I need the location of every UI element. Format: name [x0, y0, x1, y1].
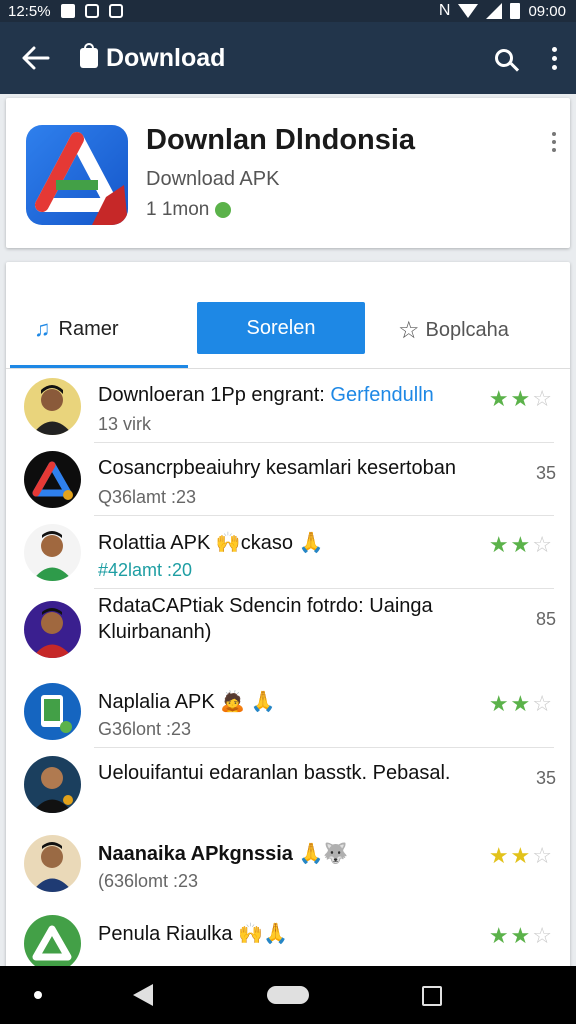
star-outline-icon: ☆ [398, 317, 420, 344]
star-empty-icon: ☆ [532, 386, 554, 411]
rating-stars: ★★☆ [489, 532, 554, 558]
star-empty-icon: ☆ [532, 532, 554, 557]
tab-label: Sorelen [246, 316, 316, 339]
row-title: Cosancrpbeaiuhry kesamlari kesertoban [98, 457, 456, 479]
tab-sorelen[interactable]: Sorelen [197, 302, 365, 354]
nav-home-icon[interactable] [267, 986, 309, 1004]
row-count: 35 [535, 463, 556, 483]
tab-ramer[interactable]: ♫ Ramer [34, 316, 119, 342]
back-arrow-icon[interactable] [0, 22, 72, 94]
star-filled-icon: ★★ [488, 843, 533, 868]
row-subtitle: (636lomt :23 [98, 871, 199, 891]
list-item[interactable]: Downloeran 1Pp engrant: Gerfendulln 13 v… [6, 370, 570, 443]
page-title: Download [106, 43, 226, 72]
tab-boplcaha[interactable]: ☆ Boplcaha [398, 316, 509, 345]
row-subtitle: Q36lamt :23 [98, 487, 197, 507]
more-options-button[interactable] [532, 30, 576, 86]
tab-bar: ♫ Ramer Sorelen ☆ Boplcaha [6, 302, 570, 368]
results-card: ♫ Ramer Sorelen ☆ Boplcaha Downloeran 1P… [6, 262, 570, 982]
avatar [24, 835, 81, 892]
chart-notification-icon [108, 4, 123, 18]
nav-recents-icon[interactable] [422, 986, 442, 1006]
app-meta: 1 1mon [146, 199, 232, 221]
avatar [24, 524, 81, 581]
row-title: Uelouifantui edaranlan basstk. Pebasal. [98, 762, 451, 784]
row-title: Naanaika APkgnssia 🙏🐺 [98, 843, 349, 865]
row-title: Naplalia APK 🙇 🙏 [98, 691, 276, 713]
row-title: Rolattia APK 🙌ckaso 🙏 [98, 532, 324, 554]
status-bar: 12:5% N 09:00 [0, 0, 576, 22]
more-dot-icon [551, 46, 557, 52]
shopping-bag-icon [80, 43, 98, 68]
row-subtitle: G36lont :23 [98, 719, 192, 739]
app-avatar [24, 451, 81, 508]
more-dot-icon [552, 140, 556, 144]
star-filled-icon: ★★ [488, 532, 533, 557]
row-title-text: Downloeran 1Pp engrant: [98, 384, 325, 406]
star-empty-icon: ☆ [532, 843, 554, 868]
list-item[interactable]: Rolattia APK 🙌ckaso 🙏 #42lamt :20 ★★☆ [6, 516, 570, 589]
search-button[interactable] [476, 30, 532, 86]
notification-icon [84, 4, 99, 18]
tab-label: Boplcaha [425, 319, 509, 341]
row-subtitle: #42lamt :20 [98, 560, 193, 580]
wifi-icon [458, 4, 479, 18]
avatar [24, 601, 81, 658]
avatar [24, 378, 81, 435]
avatar [24, 756, 81, 813]
app-logo-icon [26, 125, 128, 225]
row-subtitle: 13 virk [98, 414, 152, 434]
tab-label: Ramer [58, 317, 119, 340]
app-bar: Download [0, 22, 576, 94]
signal-icon [486, 3, 503, 19]
more-dot-icon [552, 148, 556, 152]
app-name: Downlan Dlndonsia [146, 124, 416, 156]
notification-icon [60, 4, 75, 18]
app-avatar [24, 915, 81, 972]
row-title: Penula Riaulka 🙌🙏 [98, 923, 288, 945]
system-nav-bar [0, 966, 576, 1024]
list-item[interactable]: Uelouifantui edaranlan basstk. Pebasal. … [6, 748, 570, 821]
star-empty-icon: ☆ [532, 923, 554, 948]
nfc-icon: N [438, 2, 451, 19]
more-dot-icon [552, 132, 556, 136]
music-note-icon: ♫ [34, 316, 51, 341]
rating-stars: ★★☆ [489, 923, 554, 949]
rating-stars: ★★☆ [489, 386, 554, 412]
row-title-accent: Gerfendulln [330, 384, 434, 406]
nav-back-icon[interactable] [133, 984, 153, 1006]
status-time-left: 12:5% [8, 2, 51, 20]
verified-icon [215, 202, 232, 218]
rating-stars: ★★☆ [489, 843, 554, 869]
app-header-card[interactable]: Downlan Dlndonsia Download APK 1 1mon [6, 98, 570, 248]
list-item[interactable]: Naplalia APK 🙇 🙏 G36lont :23 ★★☆ [6, 675, 570, 748]
status-time-right: 09:00 [528, 2, 566, 20]
search-icon [495, 49, 513, 67]
more-dot-icon [551, 55, 557, 61]
app-meta-text: 1 1mon [146, 199, 210, 220]
list-item[interactable]: RdataCAPtiak Sdencin fotrdo: Uainga Klui… [6, 589, 570, 675]
app-avatar [24, 683, 81, 740]
row-count: 35 [535, 768, 556, 788]
list-item[interactable]: Naanaika APkgnssia 🙏🐺 (636lomt :23 ★★☆ [6, 821, 570, 907]
more-dot-icon [551, 64, 557, 70]
row-title: Downloeran 1Pp engrant: Gerfendulln [98, 384, 434, 407]
divider [6, 368, 570, 369]
star-filled-icon: ★★ [488, 923, 533, 948]
list-item[interactable]: Cosancrpbeaiuhry kesamlari kesertoban Q3… [6, 443, 570, 516]
app-subtitle: Download APK [146, 168, 280, 190]
row-count: 85 [535, 609, 556, 629]
result-list: Downloeran 1Pp engrant: Gerfendulln 13 v… [6, 370, 570, 980]
page-title-group: Download [80, 43, 476, 73]
star-filled-icon: ★★ [488, 691, 533, 716]
star-filled-icon: ★★ [488, 386, 533, 411]
battery-icon [510, 3, 521, 19]
row-title: RdataCAPtiak Sdencin fotrdo: Uainga Klui… [98, 595, 433, 643]
rating-stars: ★★☆ [489, 691, 554, 717]
star-empty-icon: ☆ [532, 691, 554, 716]
assistant-dot-icon[interactable] [34, 991, 42, 999]
card-more-button[interactable] [552, 132, 556, 152]
